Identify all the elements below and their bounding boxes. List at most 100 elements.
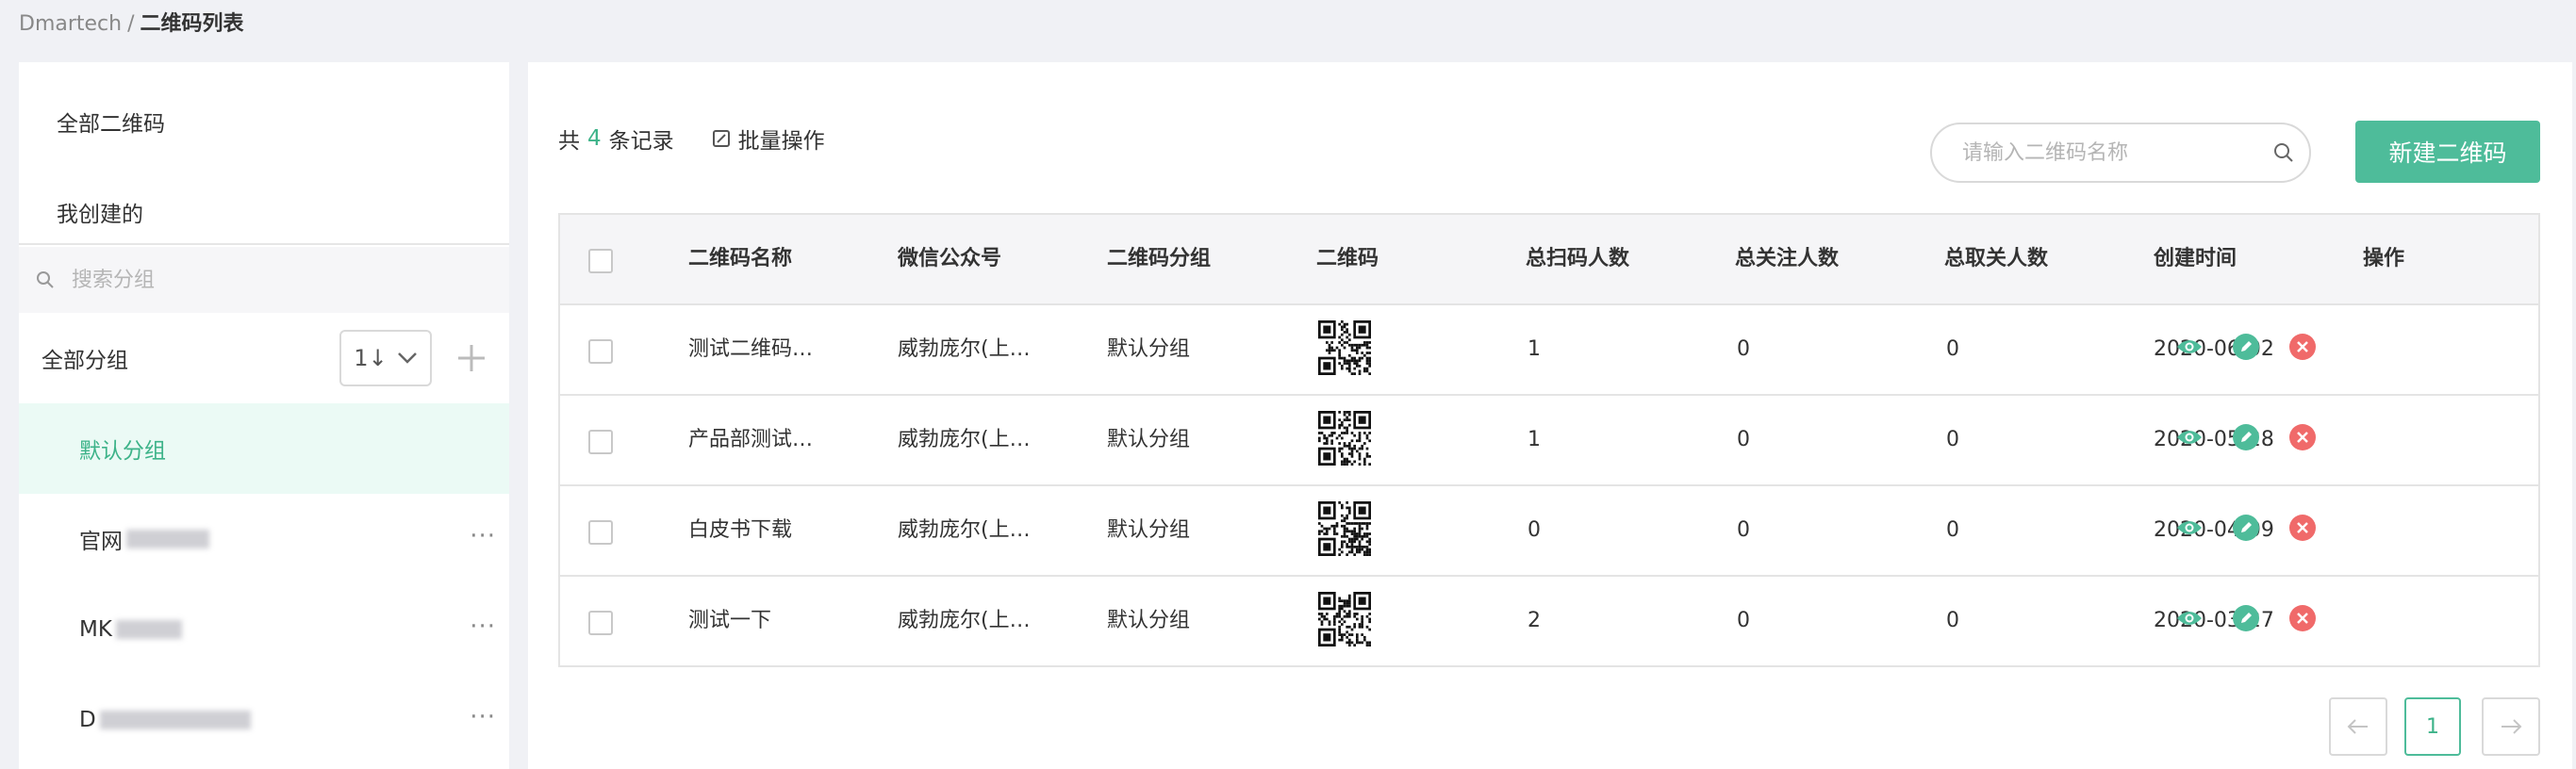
row-checkbox[interactable]	[588, 430, 613, 454]
eye-icon	[2177, 612, 2202, 625]
table-row[interactable]: 测试二维码… 威勃庞尔(上… 默认分组 1 0 0 2020-06-02	[560, 305, 2538, 396]
sidebar: 全部二维码 我创建的 全部分组 1↓ 默认分组 官网 ··· MK ··· D …	[19, 62, 509, 769]
batch-edit-icon	[712, 130, 730, 147]
qr-name: 测试二维码…	[688, 337, 814, 361]
batch-operation-button[interactable]: 批量操作	[712, 123, 825, 155]
total-unfollows: 0	[1946, 518, 1959, 542]
delete-button[interactable]	[2289, 334, 2316, 360]
wechat-account: 威勃庞尔(上…	[898, 518, 1031, 542]
total-unfollows: 0	[1946, 337, 1959, 361]
select-all-checkbox[interactable]	[588, 249, 613, 273]
breadcrumb-separator: /	[127, 12, 135, 36]
eye-icon	[2177, 340, 2202, 353]
qr-name: 测试一下	[688, 609, 772, 632]
total-unfollows: 0	[1946, 609, 1959, 632]
qr-group: 默认分组	[1107, 337, 1191, 361]
group-item[interactable]: 官网 ···	[19, 494, 509, 584]
sort-select[interactable]: 1↓	[339, 330, 432, 386]
row-checkbox[interactable]	[588, 520, 613, 545]
close-icon	[2297, 522, 2308, 533]
total-follows: 0	[1737, 518, 1750, 542]
total-follows: 0	[1737, 337, 1750, 361]
view-button[interactable]	[2176, 515, 2203, 541]
group-search-input[interactable]	[72, 268, 487, 292]
column-header: 总扫码人数	[1526, 247, 1630, 270]
edit-button[interactable]	[2233, 424, 2259, 450]
prev-page-button[interactable]	[2329, 697, 2387, 756]
arrow-left-icon	[2347, 719, 2368, 734]
column-header: 微信公众号	[898, 247, 1002, 270]
new-qr-button[interactable]: 新建二维码	[2355, 121, 2540, 183]
row-checkbox[interactable]	[588, 339, 613, 364]
view-button[interactable]	[2176, 605, 2203, 631]
next-page-button[interactable]	[2482, 697, 2540, 756]
group-item-default[interactable]: 默认分组	[19, 403, 509, 494]
sidebar-item-all-qr[interactable]: 全部二维码	[19, 79, 509, 170]
pencil-icon	[2241, 341, 2252, 352]
row-actions	[2176, 605, 2316, 631]
edit-button[interactable]	[2233, 605, 2259, 631]
table-row[interactable]: 产品部测试… 威勃庞尔(上… 默认分组 1 0 0 2020-05-28	[560, 396, 2538, 486]
table-row[interactable]: 白皮书下载 威勃庞尔(上… 默认分组 0 0 0 2020-04-09	[560, 486, 2538, 577]
redacted-text	[115, 620, 182, 639]
qr-code-image[interactable]	[1318, 592, 1371, 646]
qr-table: 二维码名称 微信公众号 二维码分组 二维码 总扫码人数 总关注人数 总取关人数 …	[558, 213, 2540, 667]
summary-suffix: 条记录	[608, 129, 674, 154]
arrow-right-icon	[2502, 719, 2522, 734]
more-icon[interactable]: ···	[470, 614, 496, 639]
record-count: 4	[587, 126, 602, 151]
search-icon[interactable]	[2273, 142, 2294, 163]
search-icon	[37, 271, 54, 288]
row-actions	[2176, 424, 2316, 450]
column-header: 二维码	[1316, 247, 1379, 270]
group-search	[19, 247, 509, 313]
qr-code-image[interactable]	[1318, 320, 1371, 375]
delete-button[interactable]	[2289, 515, 2316, 541]
more-icon[interactable]: ···	[470, 524, 496, 548]
view-button[interactable]	[2176, 334, 2203, 360]
more-icon[interactable]: ···	[470, 705, 496, 729]
breadcrumb-current: 二维码列表	[140, 12, 244, 36]
total-scans: 1	[1527, 428, 1541, 451]
batch-operation-label: 批量操作	[737, 129, 825, 154]
redacted-text	[126, 530, 209, 548]
row-checkbox[interactable]	[588, 611, 613, 635]
qr-search-input[interactable]	[1962, 140, 2273, 165]
qr-group: 默认分组	[1107, 609, 1191, 632]
column-header: 创建时间	[2154, 247, 2237, 270]
add-group-button[interactable]	[453, 339, 490, 377]
group-item-label: MK	[79, 617, 112, 642]
page-number-button[interactable]: 1	[2404, 697, 2461, 756]
group-item-label: 默认分组	[79, 439, 166, 464]
qr-name: 白皮书下载	[688, 518, 793, 542]
eye-icon	[2177, 431, 2202, 444]
delete-button[interactable]	[2289, 605, 2316, 631]
qr-code-image[interactable]	[1318, 411, 1371, 466]
view-button[interactable]	[2176, 424, 2203, 450]
edit-button[interactable]	[2233, 515, 2259, 541]
group-header-label: 全部分组	[41, 349, 128, 373]
column-header: 操作	[2363, 247, 2405, 270]
close-icon	[2297, 341, 2308, 352]
delete-button[interactable]	[2289, 424, 2316, 450]
group-item-label: D	[79, 708, 96, 732]
group-header: 全部分组 1↓	[19, 313, 509, 403]
row-actions	[2176, 334, 2316, 360]
redacted-text	[99, 711, 251, 729]
table-row[interactable]: 测试一下 威勃庞尔(上… 默认分组 2 0 0 2020-03-27	[560, 577, 2538, 667]
summary-prefix: 共	[558, 129, 580, 154]
breadcrumb-root[interactable]: Dmartech	[19, 12, 122, 36]
pencil-icon	[2241, 613, 2252, 623]
group-item[interactable]: MK ···	[19, 584, 509, 675]
wechat-account: 威勃庞尔(上…	[898, 609, 1031, 632]
total-unfollows: 0	[1946, 428, 1959, 451]
group-item[interactable]: D ···	[19, 675, 509, 765]
chevron-down-icon	[397, 352, 417, 364]
sort-label: 1↓	[354, 345, 388, 371]
qr-group: 默认分组	[1107, 428, 1191, 451]
qr-code-image[interactable]	[1318, 501, 1371, 556]
edit-button[interactable]	[2233, 334, 2259, 360]
column-header: 总取关人数	[1944, 247, 2049, 270]
row-actions	[2176, 515, 2316, 541]
total-scans: 2	[1527, 609, 1541, 632]
